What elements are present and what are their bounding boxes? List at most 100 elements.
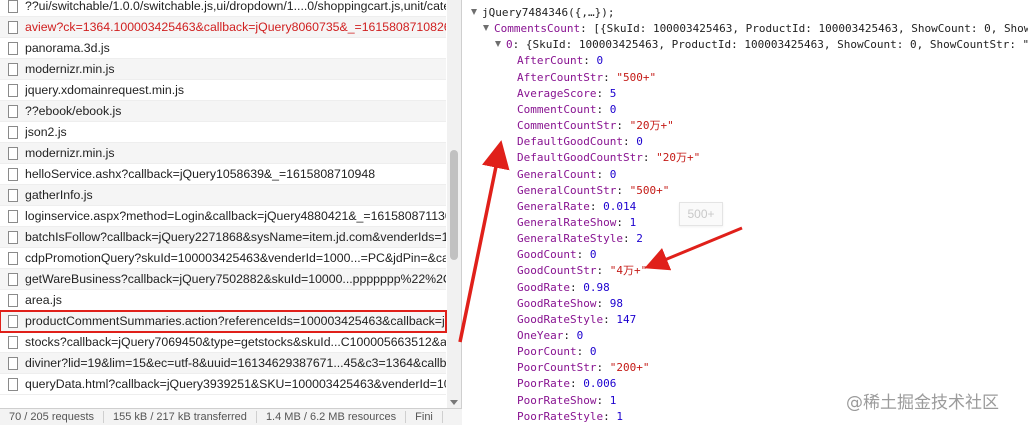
scroll-down-arrow-icon[interactable]	[450, 400, 458, 405]
json-key: PoorRateStyle	[517, 409, 604, 423]
file-icon	[8, 377, 18, 391]
json-key: AfterCount	[517, 54, 584, 68]
scrollbar-thumb[interactable]	[450, 150, 458, 260]
network-request-row[interactable]: getWareBusiness?callback=jQuery7502882&s…	[0, 269, 446, 290]
request-name: panorama.3d.js	[25, 41, 110, 55]
json-value: :	[576, 345, 590, 359]
json-value: :	[569, 377, 584, 391]
json-key: GeneralCount	[517, 167, 597, 181]
json-line: PoorCount: 0	[517, 344, 596, 360]
file-icon	[8, 230, 18, 244]
json-line: OneYear: 0	[517, 328, 583, 344]
json-line: GoodCountStr: "4万+"	[517, 263, 647, 279]
finish-time: Fini	[406, 411, 443, 423]
json-key: PoorCount	[517, 345, 577, 359]
network-request-row[interactable]: gatherInfo.js	[0, 185, 446, 206]
network-request-row[interactable]: modernizr.min.js	[0, 59, 446, 80]
json-value: :	[596, 361, 610, 375]
json-value: 0	[589, 345, 597, 359]
json-value: :	[622, 232, 637, 246]
json-key: DefaultGoodCount	[517, 135, 623, 149]
network-request-row[interactable]: diviner?lid=19&lim=15&ec=utf-8&uuid=1613…	[0, 353, 446, 374]
file-icon	[8, 167, 18, 181]
network-request-row[interactable]: loginservice.aspx?method=Login&callback=…	[0, 206, 446, 227]
json-key: GoodCount	[517, 248, 577, 262]
json-line: PoorRateShow: 1	[517, 393, 616, 409]
file-icon	[8, 293, 18, 307]
network-request-row[interactable]: modernizr.min.js	[0, 143, 446, 164]
network-request-row[interactable]: batchIsFollow?callback=jQuery2271868&sys…	[0, 227, 446, 248]
json-key: PoorRateShow	[517, 393, 597, 407]
network-request-row[interactable]: queryData.html?callback=jQuery3939251&SK…	[0, 374, 446, 395]
json-key: OneYear	[517, 329, 564, 342]
json-line: DefaultGoodCount: 0	[517, 134, 643, 150]
json-line: GoodRate: 0.98	[517, 280, 610, 296]
json-value: 0.014	[603, 199, 637, 213]
request-name: batchIsFollow?callback=jQuery2271868&sys…	[25, 230, 446, 244]
network-request-row[interactable]: jquery.xdomainrequest.min.js	[0, 80, 446, 101]
network-request-row[interactable]: stocks?callback=jQuery7069450&type=getst…	[0, 332, 446, 353]
transferred-size: 155 kB / 217 kB transferred	[104, 411, 257, 423]
json-value: :	[603, 409, 617, 423]
json-key: GeneralRate	[517, 199, 590, 213]
json-value: :	[616, 215, 630, 229]
expand-triangle-icon[interactable]	[483, 25, 489, 32]
json-key: CommentsCount	[494, 22, 581, 36]
network-request-row[interactable]: json2.js	[0, 122, 446, 143]
watermark: @稀土掘金技术社区	[846, 393, 999, 413]
request-name: productCommentSummaries.action?reference…	[25, 314, 446, 328]
request-name: aview?ck=1364.100003425463&callback=jQue…	[25, 20, 446, 34]
json-value: "500+"	[629, 183, 670, 197]
json-value: 1	[629, 215, 637, 229]
network-request-row[interactable]: ??ui/switchable/1.0.0/switchable.js,ui/d…	[0, 0, 446, 17]
network-request-row[interactable]: productCommentSummaries.action?reference…	[0, 310, 447, 333]
file-icon	[8, 62, 18, 76]
json-value: "500+"	[616, 70, 657, 84]
json-key: CommentCount	[517, 102, 597, 116]
json-value: :	[596, 264, 610, 278]
resources-size: 1.4 MB / 6.2 MB resources	[257, 411, 407, 423]
json-line: GoodRateShow: 98	[517, 296, 623, 312]
request-count: 70 / 205 requests	[0, 411, 105, 423]
network-request-row[interactable]: ??ebook/ebook.js	[0, 101, 446, 122]
expand-triangle-icon[interactable]	[471, 9, 477, 15]
json-key: GoodRateStyle	[517, 312, 604, 326]
json-value: 0	[576, 329, 584, 342]
json-key: AfterCountStr	[517, 70, 604, 84]
network-request-row[interactable]: area.js	[0, 290, 446, 311]
network-request-row[interactable]: aview?ck=1364.100003425463&callback=jQue…	[0, 17, 446, 38]
file-icon	[8, 209, 18, 223]
network-request-row[interactable]: helloService.ashx?callback=jQuery1058639…	[0, 164, 446, 185]
json-key: 0	[506, 38, 513, 52]
json-value: 98	[609, 296, 623, 310]
json-key: PoorRate	[517, 377, 570, 391]
json-value: :	[603, 70, 617, 84]
json-value: :	[603, 312, 617, 326]
file-icon	[8, 83, 18, 97]
json-line: GeneralRateStyle: 2	[517, 231, 643, 247]
json-value: "4万+"	[609, 264, 648, 278]
json-key: GoodRateShow	[517, 296, 597, 310]
network-request-row[interactable]: cdpPromotionQuery?skuId=100003425463&ven…	[0, 248, 446, 269]
json-value: 2	[636, 232, 643, 246]
file-icon	[8, 356, 18, 370]
json-value: 5	[609, 86, 617, 100]
expand-triangle-icon[interactable]	[495, 41, 501, 48]
request-name: getWareBusiness?callback=jQuery7502882&s…	[25, 272, 446, 286]
json-value: : {SkuId: 100003425463, ProductId: 10000…	[512, 38, 1028, 52]
json-value: :	[569, 280, 584, 294]
json-value: 0	[609, 167, 617, 181]
file-icon	[8, 20, 18, 34]
request-name: queryData.html?callback=jQuery3939251&SK…	[25, 377, 446, 391]
json-value: "20万+"	[629, 119, 674, 133]
request-name: ??ui/switchable/1.0.0/switchable.js,ui/d…	[25, 0, 446, 13]
network-request-row[interactable]: panorama.3d.js	[0, 38, 446, 59]
json-value: "20万+"	[656, 151, 701, 165]
json-key: GoodRate	[517, 280, 570, 294]
file-icon	[8, 41, 18, 55]
request-list-scrollbar[interactable]	[447, 0, 461, 408]
file-icon	[8, 146, 18, 160]
json-key: AverageScore	[517, 86, 597, 100]
request-name: gatherInfo.js	[25, 188, 93, 202]
json-line: AfterCountStr: "500+"	[517, 70, 656, 86]
